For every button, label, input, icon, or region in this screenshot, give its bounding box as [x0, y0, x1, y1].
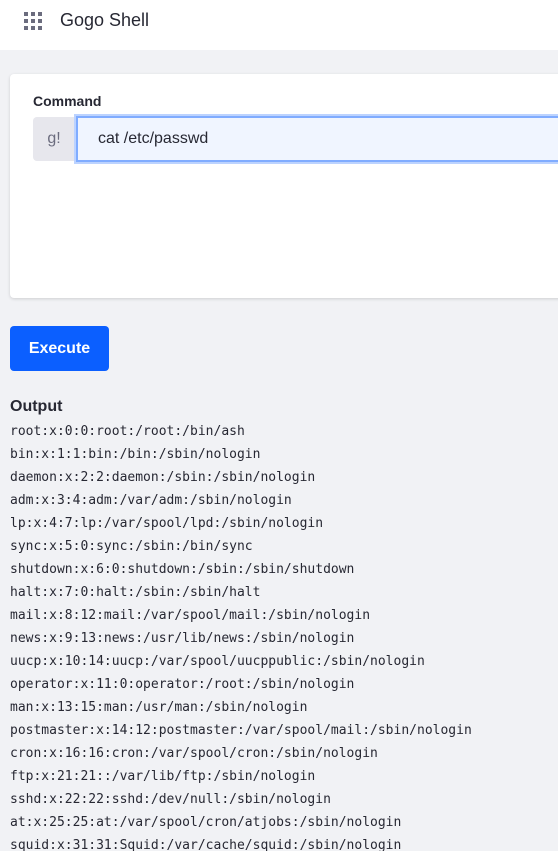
- command-label: Command: [33, 93, 102, 109]
- output-line: squid:x:31:31:Squid:/var/cache/squid:/sb…: [10, 838, 402, 851]
- output-line: mail:x:8:12:mail:/var/spool/mail:/sbin/n…: [10, 608, 371, 623]
- output-line: postmaster:x:14:12:postmaster:/var/spool…: [10, 723, 472, 738]
- page-title: Gogo Shell: [60, 10, 150, 30]
- output-panel: root:x:0:0:root:/root:/bin/ash bin:x:1:1:…: [10, 420, 558, 851]
- output-line: man:x:13:15:man:/usr/man:/sbin/nologin: [10, 700, 308, 715]
- output-line: bin:x:1:1:bin:/bin:/sbin/nologin: [10, 447, 261, 462]
- output-line: sync:x:5:0:sync:/sbin:/bin/sync: [10, 539, 253, 554]
- output-line: news:x:9:13:news:/usr/lib/news:/sbin/nol…: [10, 631, 355, 646]
- command-card: Command g!: [10, 74, 558, 298]
- command-prefix: g!: [33, 117, 75, 161]
- output-label: Output: [10, 398, 63, 415]
- output-line: halt:x:7:0:halt:/sbin:/sbin/halt: [10, 585, 261, 600]
- apps-grid-icon[interactable]: [24, 12, 42, 30]
- execute-button[interactable]: Execute: [10, 326, 109, 371]
- app-header: Gogo Shell: [0, 0, 558, 50]
- output-line: daemon:x:2:2:daemon:/sbin:/sbin/nologin: [10, 470, 316, 485]
- output-line: lp:x:4:7:lp:/var/spool/lpd:/sbin/nologin: [10, 516, 324, 531]
- output-line: operator:x:11:0:operator:/root:/sbin/nol…: [10, 677, 355, 692]
- output-line: uucp:x:10:14:uucp:/var/spool/uucppublic:…: [10, 654, 425, 669]
- command-input[interactable]: [76, 116, 558, 162]
- output-line: at:x:25:25:at:/var/spool/cron/atjobs:/sb…: [10, 815, 402, 830]
- output-line: shutdown:x:6:0:shutdown:/sbin:/sbin/shut…: [10, 562, 355, 577]
- output-line: root:x:0:0:root:/root:/bin/ash: [10, 424, 245, 439]
- output-line: cron:x:16:16:cron:/var/spool/cron:/sbin/…: [10, 746, 378, 761]
- output-line: sshd:x:22:22:sshd:/dev/null:/sbin/nologi…: [10, 792, 331, 807]
- output-line: ftp:x:21:21::/var/lib/ftp:/sbin/nologin: [10, 769, 316, 784]
- output-line: adm:x:3:4:adm:/var/adm:/sbin/nologin: [10, 493, 292, 508]
